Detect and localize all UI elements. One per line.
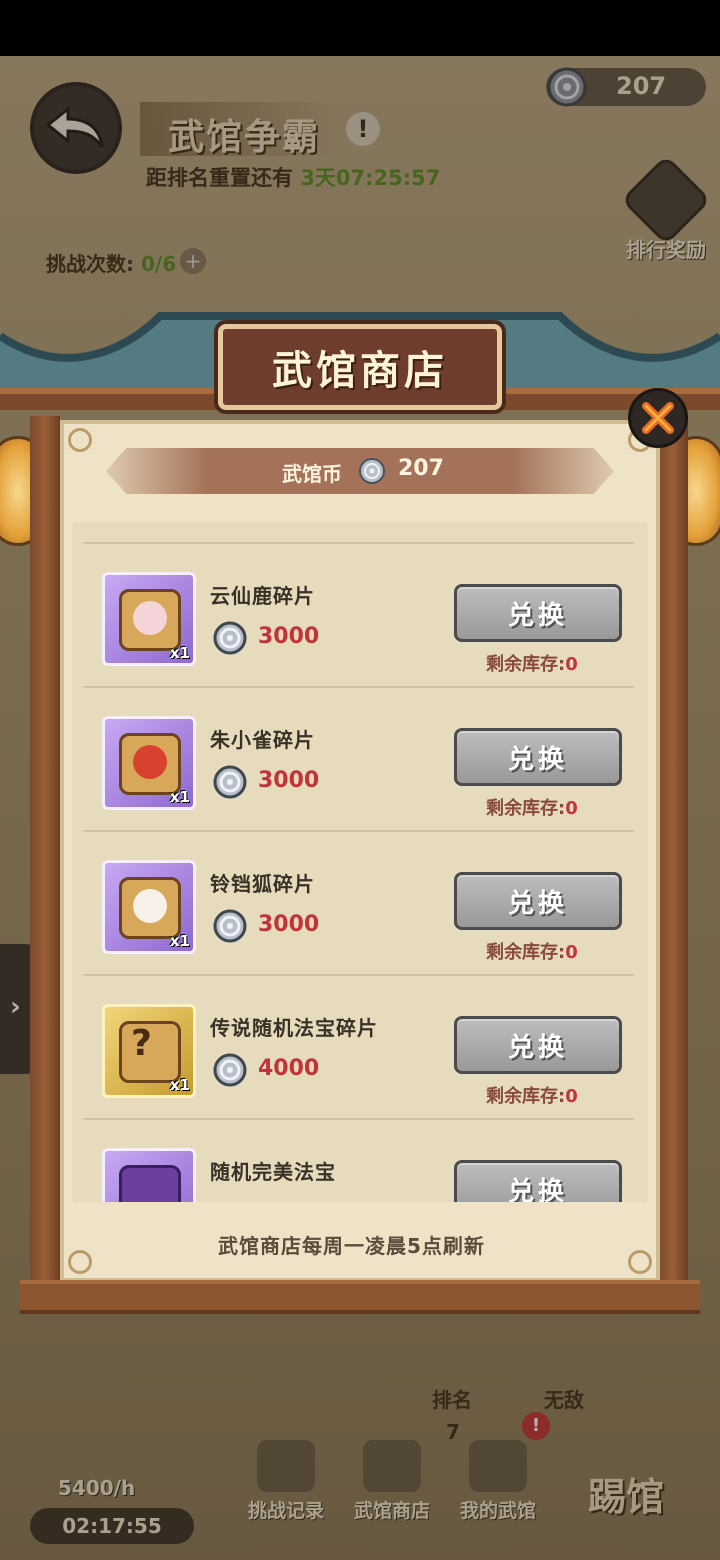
item-qty: x1 (169, 644, 190, 662)
question-mark-icon: ? (131, 1023, 152, 1064)
item-name: 铃铛狐碎片 (210, 872, 315, 896)
item-name: 云仙鹿碎片 (210, 584, 315, 608)
fox-portrait-icon (133, 889, 167, 923)
currency-value: 207 (398, 456, 444, 481)
stock-value: 0 (565, 942, 578, 963)
exchange-label: 兑换 (507, 600, 568, 631)
price-coin-icon (213, 909, 247, 943)
item-thumbnail[interactable]: x1 (102, 716, 196, 810)
item-price: 3000 (258, 624, 320, 649)
hall-coin-icon (359, 458, 385, 484)
item-price: 3000 (258, 912, 320, 937)
item-stock: 剩余库存:0 (486, 938, 578, 964)
status-bar (0, 0, 720, 56)
exchange-button[interactable]: 兑换 (454, 872, 622, 930)
item-thumbnail[interactable]: ? x1 (102, 1004, 196, 1098)
shop-item-row: x1 朱小雀碎片 3000 兑换 剩余库存:0 (84, 686, 634, 830)
item-thumbnail[interactable]: x1 (102, 860, 196, 954)
item-name: 传说随机法宝碎片 (210, 1016, 378, 1040)
frame-base (20, 1280, 700, 1314)
shop-title: 武馆商店 (272, 348, 448, 394)
item-qty: x1 (169, 1076, 190, 1094)
shop-item-row: 随机完美法宝 兑换 (84, 1118, 634, 1202)
currency-label: 武馆币 (282, 462, 342, 486)
exchange-button[interactable]: 兑换 (454, 728, 622, 786)
item-list[interactable]: x1 云仙鹿碎片 3000 兑换 剩余库存:0 x1 朱小雀碎片 3000 兑换… (72, 522, 648, 1202)
pillar-right (658, 416, 688, 1296)
item-stock: 剩余库存:0 (486, 794, 578, 820)
item-thumbnail[interactable] (102, 1148, 196, 1202)
stock-label: 剩余库存: (486, 654, 566, 675)
stock-value: 0 (565, 654, 578, 675)
shop-item-row: x1 铃铛狐碎片 3000 兑换 剩余库存:0 (84, 830, 634, 974)
stock-label: 剩余库存: (486, 798, 566, 819)
refresh-note: 武馆商店每周一凌晨5点刷新 (218, 1234, 485, 1258)
item-price: 3000 (258, 768, 320, 793)
price-coin-icon (213, 765, 247, 799)
exchange-label: 兑换 (507, 888, 568, 919)
treasure-icon (119, 1165, 181, 1202)
exchange-label: 兑换 (507, 1176, 568, 1203)
item-qty: x1 (169, 932, 190, 950)
shop-title-plate: 武馆商店 (218, 324, 502, 410)
close-button[interactable] (628, 388, 688, 448)
stock-label: 剩余库存: (486, 942, 566, 963)
stock-label: 剩余库存: (486, 1086, 566, 1107)
shop-item-row: ? x1 传说随机法宝碎片 4000 兑换 剩余库存:0 (84, 974, 634, 1118)
item-price: 4000 (258, 1056, 320, 1081)
bird-portrait-icon (133, 745, 167, 779)
stock-value: 0 (565, 798, 578, 819)
game-screen: 武馆争霸 ! 距排名重置还有 3天07:25:57 207 排行奖励 挑战次数:… (0, 56, 720, 1560)
pillar-left (30, 416, 60, 1296)
price-coin-icon (213, 621, 247, 655)
corner-ornament (68, 1250, 92, 1274)
item-name: 朱小雀碎片 (210, 728, 315, 752)
item-thumbnail[interactable]: x1 (102, 572, 196, 666)
close-icon (642, 402, 674, 434)
deer-portrait-icon (133, 601, 167, 635)
exchange-button[interactable]: 兑换 (454, 584, 622, 642)
shop-item-row: x1 云仙鹿碎片 3000 兑换 剩余库存:0 (84, 542, 634, 686)
stock-value: 0 (565, 1086, 578, 1107)
item-name: 随机完美法宝 (210, 1160, 336, 1184)
exchange-button[interactable]: 兑换 (454, 1016, 622, 1074)
item-qty: x1 (169, 788, 190, 806)
exchange-button[interactable]: 兑换 (454, 1160, 622, 1202)
exchange-label: 兑换 (507, 1032, 568, 1063)
exchange-label: 兑换 (507, 744, 568, 775)
item-stock: 剩余库存:0 (486, 650, 578, 676)
corner-ornament (628, 1250, 652, 1274)
item-stock: 剩余库存:0 (486, 1082, 578, 1108)
corner-ornament (68, 428, 92, 452)
price-coin-icon (213, 1053, 247, 1087)
